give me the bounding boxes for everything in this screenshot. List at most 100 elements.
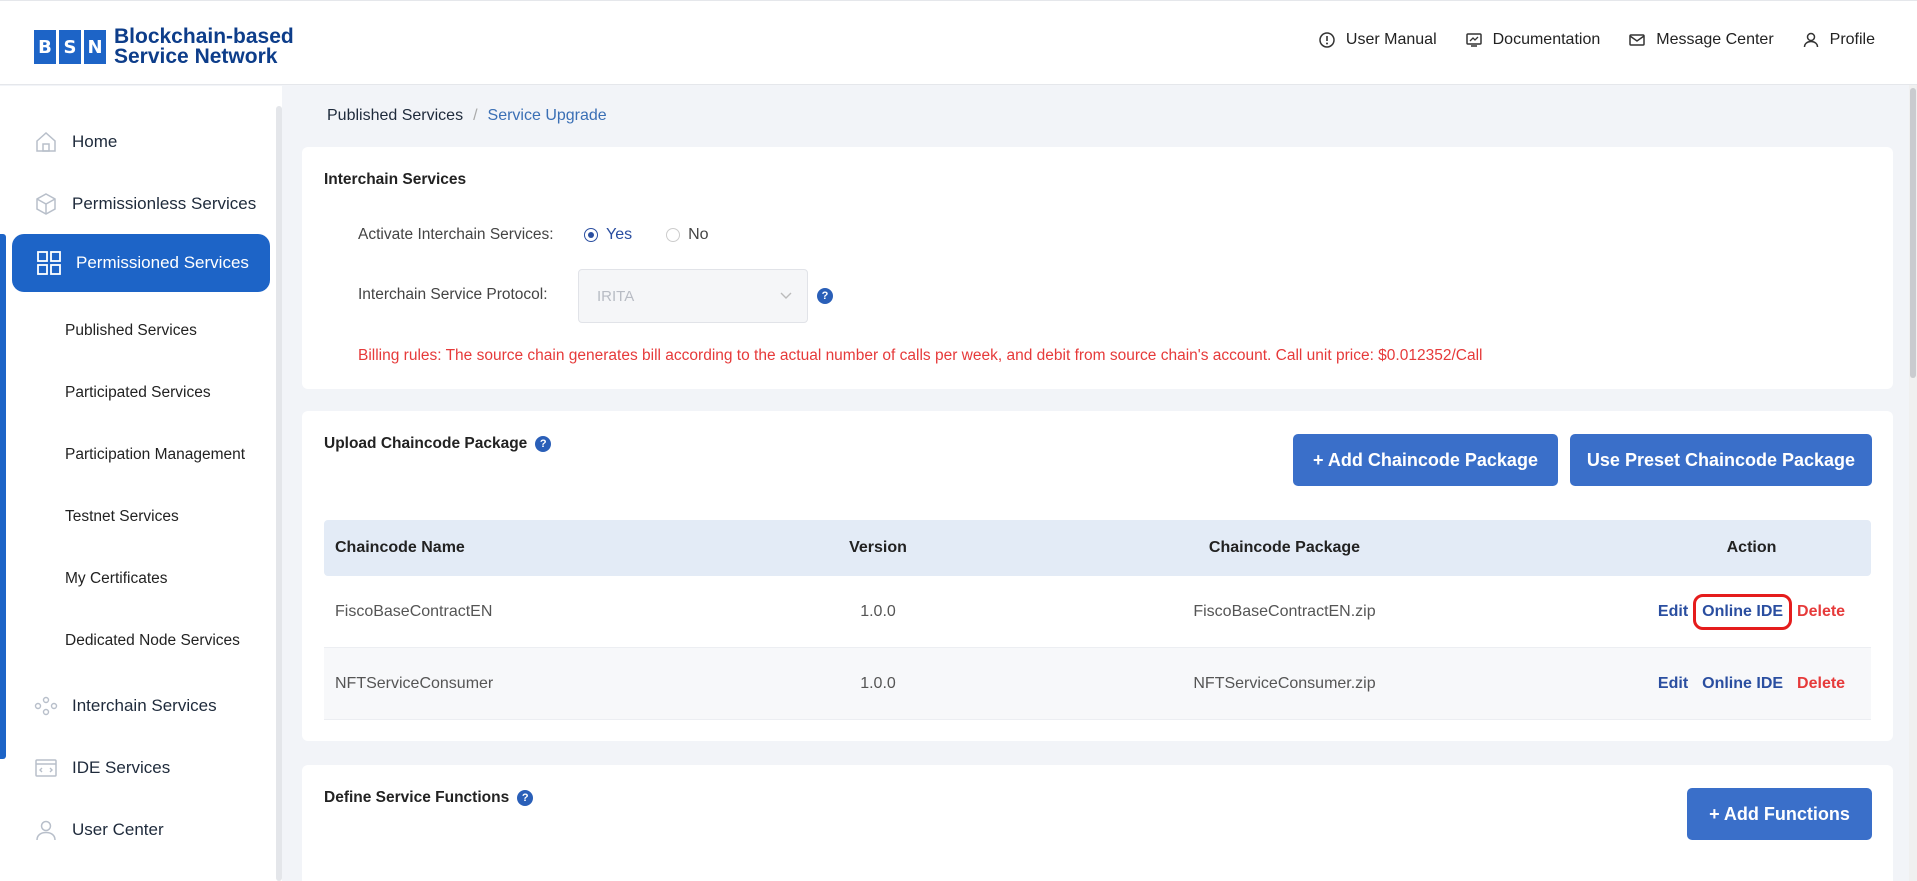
help-icon[interactable]: ? xyxy=(517,790,534,806)
functions-card: Define Service Functions ? + Add Functio… xyxy=(302,765,1893,881)
column-header-name: Chaincode Name xyxy=(335,539,465,556)
sidebar-item-permissioned[interactable]: Permissioned Services xyxy=(12,234,270,292)
ide-icon xyxy=(35,759,57,777)
table-row: NFTServiceConsumer 1.0.0 NFTServiceConsu… xyxy=(324,648,1871,720)
sidebar-active-accent xyxy=(0,234,6,759)
column-header-action: Action xyxy=(1726,539,1777,556)
preset-chaincode-button[interactable]: Use Preset Chaincode Package xyxy=(1570,434,1872,486)
logo-line2: Service Network xyxy=(114,45,278,68)
interchain-title: Interchain Services xyxy=(324,171,467,188)
cell-version: 1.0.0 xyxy=(860,602,896,620)
chaincode-card: Upload Chaincode Package ? + Add Chainco… xyxy=(302,411,1893,741)
chaincode-title: Upload Chaincode Package xyxy=(324,435,528,452)
breadcrumb-parent[interactable]: Published Services xyxy=(327,107,463,125)
sidebar-scrollbar[interactable] xyxy=(276,106,282,881)
document-icon xyxy=(1465,33,1482,47)
cell-chaincode-name: NFTServiceConsumer xyxy=(335,674,494,692)
activate-interchain-label: Activate Interchain Services: xyxy=(358,226,554,243)
user-icon xyxy=(36,820,56,841)
delete-link[interactable]: Delete xyxy=(1797,603,1845,621)
functions-title: Define Service Functions xyxy=(324,789,510,806)
sidebar-item-ide[interactable]: IDE Services xyxy=(34,756,170,780)
logo-line1: Blockchain-based xyxy=(114,25,294,48)
cell-package: NFTServiceConsumer.zip xyxy=(1193,674,1376,692)
cell-actions: Edit Online IDE Delete xyxy=(1632,675,1871,693)
logo-letter-n: N xyxy=(84,30,106,64)
radio-no[interactable] xyxy=(666,228,681,242)
chevron-down-icon xyxy=(780,292,792,299)
column-header-version: Version xyxy=(849,539,907,556)
sidebar-subitem-testnet[interactable]: Testnet Services xyxy=(65,508,179,526)
sidebar-subitem-certificates[interactable]: My Certificates xyxy=(65,570,168,588)
edit-link[interactable]: Edit xyxy=(1658,675,1688,693)
cube-icon xyxy=(36,193,56,215)
logo-letter-b: B xyxy=(34,30,56,64)
radio-no-label[interactable]: No xyxy=(688,226,708,244)
online-ide-link[interactable]: Online IDE xyxy=(1693,593,1793,630)
logo-text: Blockchain-based Service Network xyxy=(114,25,294,68)
cell-actions: Edit Online IDE Delete xyxy=(1632,593,1871,630)
delete-link[interactable]: Delete xyxy=(1797,675,1845,693)
help-icon[interactable]: ? xyxy=(817,288,833,304)
add-chaincode-button[interactable]: + Add Chaincode Package xyxy=(1293,434,1558,486)
sidebar-subitem-participation-management[interactable]: Participation Management xyxy=(65,446,245,464)
sidebar-item-interchain[interactable]: Interchain Services xyxy=(34,694,217,718)
table-row: FiscoBaseContractEN 1.0.0 FiscoBaseContr… xyxy=(324,576,1871,648)
radio-yes[interactable] xyxy=(584,228,598,242)
network-icon xyxy=(34,696,58,716)
user-manual-label: User Manual xyxy=(1345,31,1437,48)
logo-letter-s: S xyxy=(59,30,81,64)
sidebar-subitem-participated[interactable]: Participated Services xyxy=(65,384,211,402)
breadcrumb: Published Services / Service Upgrade xyxy=(327,107,607,125)
protocol-label: Interchain Service Protocol: xyxy=(358,286,548,303)
home-icon xyxy=(36,131,56,152)
edit-link[interactable]: Edit xyxy=(1658,603,1688,621)
info-circle-icon xyxy=(1319,32,1335,48)
online-ide-link[interactable]: Online IDE xyxy=(1702,675,1783,693)
interchain-card: Interchain Services Activate Interchain … xyxy=(302,147,1893,389)
billing-rules-text: Billing rules: The source chain generate… xyxy=(358,347,1483,364)
sidebar-label-permissioned: Permissioned Services xyxy=(76,253,249,272)
bsn-logo[interactable]: B S N Blockchain-based Service Network xyxy=(34,25,294,68)
cell-package: FiscoBaseContractEN.zip xyxy=(1193,602,1376,620)
profile-label: Profile xyxy=(1829,31,1875,48)
main-scrollbar-thumb[interactable] xyxy=(1910,88,1916,378)
help-icon[interactable]: ? xyxy=(535,436,552,452)
protocol-select-value: IRITA xyxy=(597,287,635,305)
message-center-label: Message Center xyxy=(1656,31,1774,48)
sidebar-item-user-center[interactable]: User Center xyxy=(34,818,164,842)
message-center-link[interactable]: Message Center xyxy=(1628,31,1774,49)
add-functions-button[interactable]: + Add Functions xyxy=(1687,788,1872,840)
sidebar-item-permissionless[interactable]: Permissionless Services xyxy=(34,192,256,216)
chaincode-table: Chaincode Name Version Chaincode Package… xyxy=(324,520,1871,720)
sidebar-label-ide: IDE Services xyxy=(72,758,171,777)
cell-version: 1.0.0 xyxy=(860,674,896,692)
grid-icon xyxy=(37,251,61,275)
cell-chaincode-name: FiscoBaseContractEN xyxy=(335,602,493,620)
chaincode-title-wrap: Upload Chaincode Package ? xyxy=(324,435,552,453)
documentation-link[interactable]: Documentation xyxy=(1465,31,1601,49)
functions-title-wrap: Define Service Functions ? xyxy=(324,789,534,807)
sidebar-subitem-published[interactable]: Published Services xyxy=(65,322,197,340)
sidebar-label-home: Home xyxy=(72,132,118,151)
sidebar-item-home[interactable]: Home xyxy=(34,130,117,154)
sidebar-subitem-dedicated-node[interactable]: Dedicated Node Services xyxy=(65,632,240,650)
sidebar-label-interchain: Interchain Services xyxy=(72,696,217,715)
activate-radio-group: Yes No xyxy=(584,226,709,244)
sidebar: Home Permissionless Services Permissione… xyxy=(0,86,282,881)
radio-yes-label[interactable]: Yes xyxy=(606,226,632,244)
sidebar-label-user-center: User Center xyxy=(72,820,164,839)
table-header: Chaincode Name Version Chaincode Package… xyxy=(324,520,1871,576)
protocol-select[interactable]: IRITA xyxy=(578,269,808,323)
column-header-package: Chaincode Package xyxy=(1208,539,1361,556)
breadcrumb-current: Service Upgrade xyxy=(487,107,607,124)
sidebar-label-permissionless: Permissionless Services xyxy=(72,194,257,213)
documentation-label: Documentation xyxy=(1492,31,1601,48)
user-manual-link[interactable]: User Manual xyxy=(1318,31,1437,49)
profile-link[interactable]: Profile xyxy=(1802,31,1875,49)
top-header: B S N Blockchain-based Service Network U… xyxy=(0,0,1917,85)
breadcrumb-separator: / xyxy=(473,107,478,124)
mail-icon xyxy=(1629,34,1645,46)
top-nav: User Manual Documentation Message Center… xyxy=(1318,31,1875,49)
user-icon xyxy=(1803,32,1818,48)
